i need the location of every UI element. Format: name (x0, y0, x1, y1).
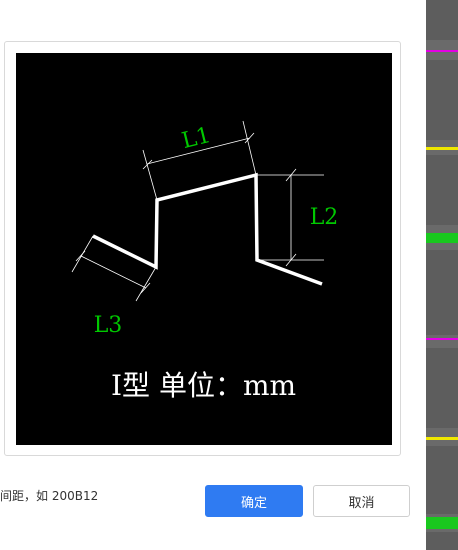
dimension-label-l3: L3 (94, 313, 123, 338)
profile-shape (92, 172, 323, 286)
parameter-dialog: L1 L2 L3 I型 单位：mm 间距，如 200B12 确定 取消 (0, 0, 426, 550)
dimension-label-l1: L1 (179, 123, 213, 154)
unit-caption: I型 单位：mm (111, 369, 296, 402)
confirm-button[interactable]: 确定 (205, 485, 303, 517)
dimension-label-l2: L2 (310, 205, 339, 230)
profile-preview-canvas: L1 L2 L3 I型 单位：mm (16, 53, 392, 445)
spacing-hint-text: 间距，如 200B12 (0, 489, 99, 503)
profile-diagram: L1 L2 L3 I型 单位：mm (71, 120, 339, 402)
background-application-strip (426, 0, 458, 550)
cancel-button[interactable]: 取消 (313, 485, 410, 517)
preview-frame: L1 L2 L3 I型 单位：mm (4, 41, 401, 456)
